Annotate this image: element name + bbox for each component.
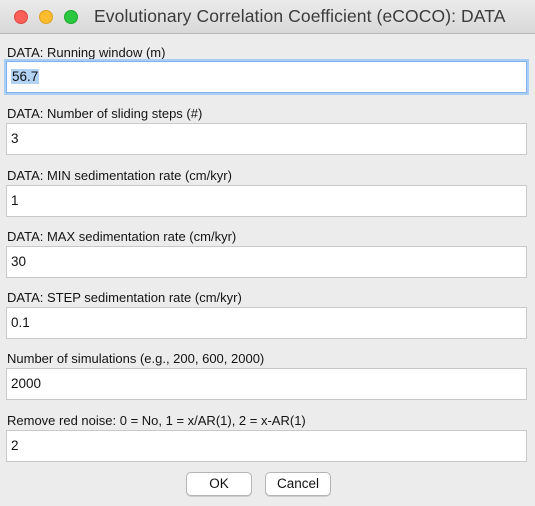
dialog-window: Evolutionary Correlation Coefficient (eC… [0,0,535,506]
running-window-label: DATA: Running window (m) [7,45,166,60]
close-window-button[interactable] [14,10,28,24]
red-noise-input[interactable]: 2 [6,430,527,462]
sliding-steps-input[interactable]: 3 [6,123,527,155]
running-window-input[interactable]: 56.7 [6,61,527,93]
min-sed-rate-label: DATA: MIN sedimentation rate (cm/kyr) [7,168,232,183]
red-noise-label: Remove red noise: 0 = No, 1 = x/AR(1), 2… [7,413,306,428]
sliding-steps-label: DATA: Number of sliding steps (#) [7,106,203,121]
num-simulations-label: Number of simulations (e.g., 200, 600, 2… [7,351,265,366]
window-title: Evolutionary Correlation Coefficient (eC… [94,6,506,26]
ok-button[interactable]: OK [186,472,252,496]
min-sed-rate-input[interactable]: 1 [6,185,527,217]
running-window-value: 56.7 [11,69,40,84]
max-sed-rate-label: DATA: MAX sedimentation rate (cm/kyr) [7,229,237,244]
step-sed-rate-input[interactable]: 0.1 [6,307,527,339]
num-simulations-input[interactable]: 2000 [6,368,527,400]
maximize-window-button[interactable] [64,10,78,24]
cancel-button[interactable]: Cancel [265,472,331,496]
minimize-window-button[interactable] [39,10,53,24]
max-sed-rate-input[interactable]: 30 [6,246,527,278]
step-sed-rate-label: DATA: STEP sedimentation rate (cm/kyr) [7,290,242,305]
dialog-content: DATA: Running window (m) 56.7 DATA: Numb… [0,35,535,506]
title-bar[interactable]: Evolutionary Correlation Coefficient (eC… [0,0,535,34]
